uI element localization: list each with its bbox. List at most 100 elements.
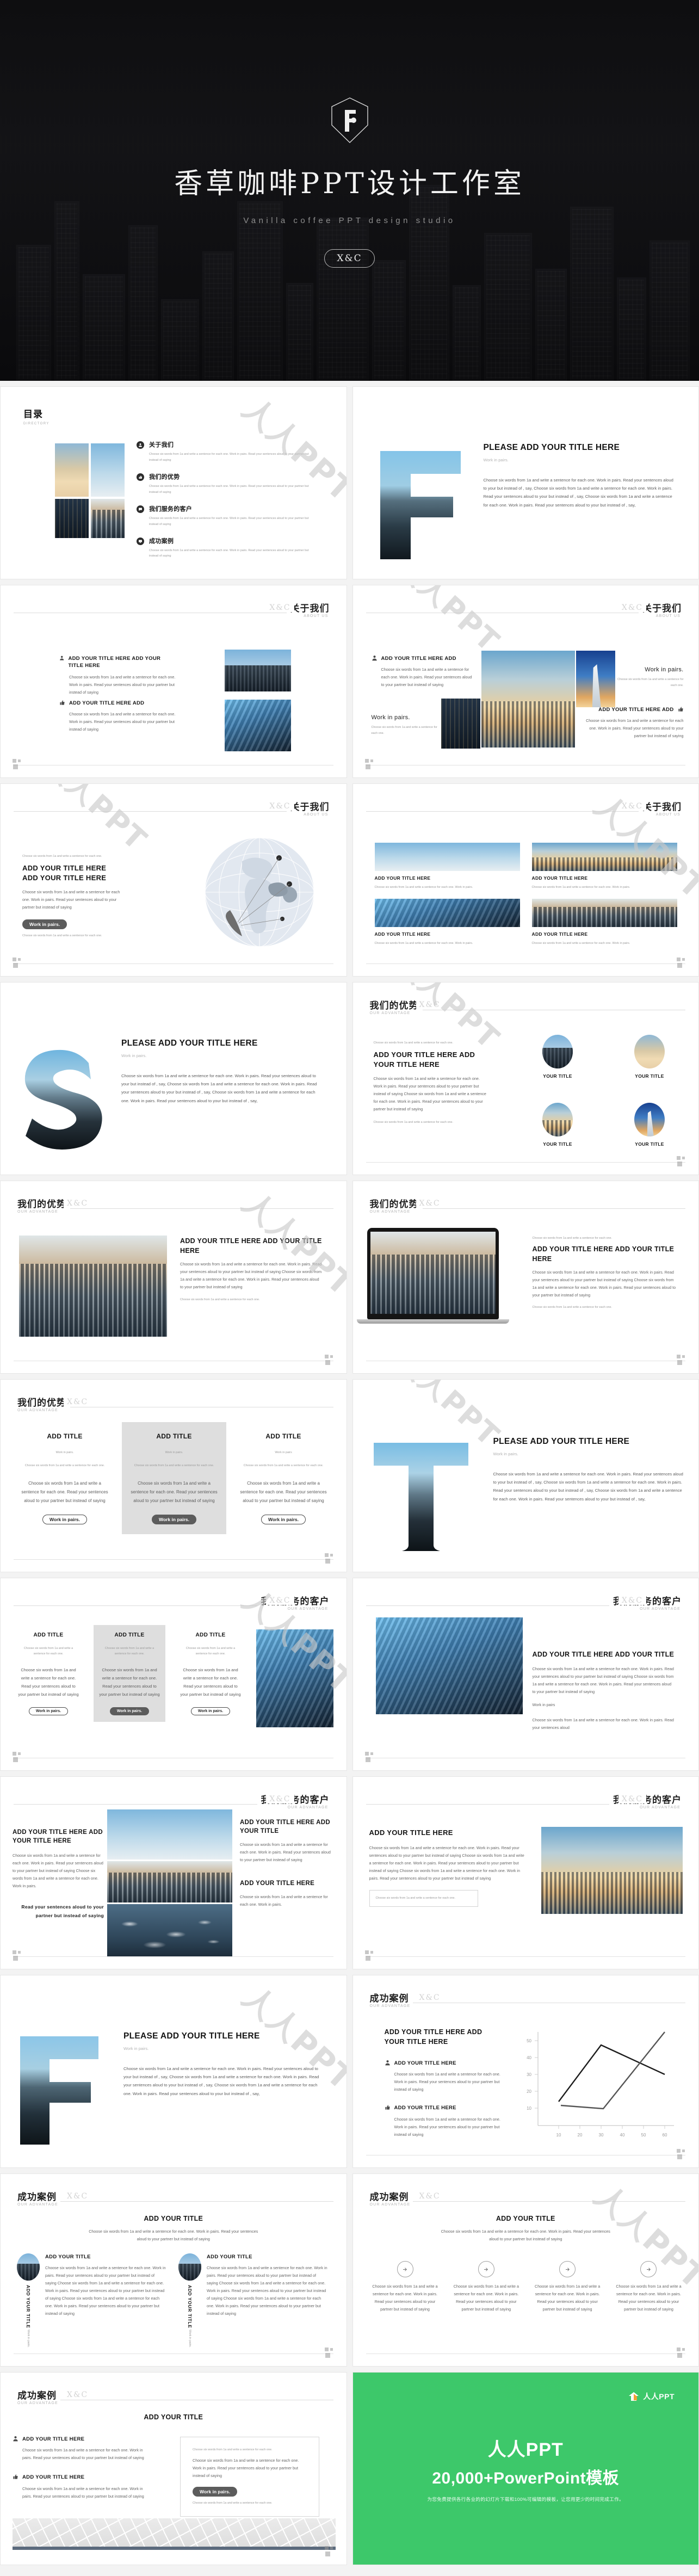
photo-marina (481, 651, 575, 748)
work-in-pairs-button[interactable]: Work in pairs. (22, 919, 67, 929)
svg-text:30: 30 (527, 2072, 531, 2077)
case-column[interactable]: ADD YOUR TITLE Work in pairs. ADD YOUR T… (178, 2253, 328, 2347)
thumbs-up-icon (13, 2474, 18, 2480)
advantage-note: Choose six words from 1a and write a sen… (180, 1298, 260, 1302)
cases-heading: ADD YOUR TITLE (144, 2215, 203, 2222)
arrow-right-icon (478, 2261, 494, 2277)
card-title: ADD TITLE (47, 1432, 83, 1440)
cluster-body: Choose six words from 1a and write a sen… (381, 667, 472, 688)
card-button[interactable]: Work in pairs. (261, 1515, 306, 1525)
card-button[interactable]: Work in pairs. (151, 1515, 197, 1525)
section-title-cn: 我们的优势 (366, 998, 423, 1011)
card-note: Choose six words from 1a and write a sen… (185, 1647, 236, 1656)
card-title: ADD TITLE (265, 1432, 301, 1440)
case-vertical-sub: Work in pairs. (188, 2329, 191, 2348)
photo-marina (541, 1827, 683, 1914)
card-title: ADD TITLE (114, 1632, 145, 1638)
photo-glass-towers (225, 700, 291, 751)
advantage-card[interactable]: ADD TITLE Work in pairs. Choose six word… (13, 1422, 117, 1534)
map-note-box: Choose six words from 1a and write a sen… (180, 2437, 319, 2517)
oval-item[interactable]: YOUR TITLE (634, 1035, 665, 1080)
photo-card[interactable]: ADD YOUR TITLE HERE Choose six words fro… (374, 843, 520, 890)
map-note-kicker: Choose six words from 1a and write a sen… (193, 2448, 273, 2451)
oval-item[interactable]: YOUR TITLE (542, 1102, 573, 1148)
section-title-cn: 我们的优势 (366, 1196, 423, 1210)
case-bubble[interactable]: Choose six words from 1a and write a sen… (533, 2261, 602, 2313)
advantage-card[interactable]: ADD TITLE Work in pairs Choose six words… (231, 1422, 336, 1534)
section-brand: X&C (64, 1199, 92, 1208)
toc-item-label: 我们的优势 (149, 473, 180, 480)
card-button[interactable]: Work in pairs. (42, 1515, 88, 1525)
letter-f-image (373, 447, 465, 566)
laptop-body: Choose six words from 1a and write a sen… (532, 1270, 676, 1298)
divider-subtitle: Work in pairs. (483, 457, 509, 462)
card-button[interactable]: Work in pairs. (28, 1707, 69, 1715)
stack-note-left: Read your sentences aloud to your partne… (21, 1904, 104, 1918)
cover-subtitle: Vanilla coffee PPT design studio (243, 216, 456, 225)
toc-item-1[interactable]: 关于我们 Choose six words from 1a and write … (137, 441, 316, 463)
footer-logo-icon (324, 1355, 335, 1366)
card-body: Choose six words from 1a and write a sen… (18, 1667, 79, 1697)
card-button[interactable]: Work in pairs. (190, 1707, 231, 1715)
cases-bullet-body: Choose six words from 1a and write a sen… (394, 2072, 500, 2092)
watermark: 人人PPT (388, 585, 506, 659)
photo-card[interactable]: ADD YOUR TITLE HERE Choose six words fro… (531, 899, 677, 946)
map-bullet-title: ADD YOUR TITLE HERE (22, 2436, 85, 2442)
card-note: Choose six words from 1a and write a sen… (23, 1647, 73, 1656)
photo-glass-towers (256, 1629, 333, 1727)
bullet-title: ADD YOUR TITLE HERE ADD (69, 700, 145, 706)
oval-title: YOUR TITLE (635, 1141, 664, 1147)
toc-item-3[interactable]: 我们服务的客户 Choose six words from 1a and wri… (137, 505, 316, 527)
slide-header: 关于我们 X&C ABOUT US (14, 601, 333, 619)
footer-logo-icon (364, 1752, 375, 1763)
photo-card[interactable]: ADD YOUR TITLE HERE Choose six words fro… (374, 899, 520, 946)
section-title-en: OUR ADVANTAGE (15, 1409, 61, 1412)
card-title: ADD TITLE (156, 1432, 192, 1440)
card-sub: Work in pairs. (55, 1450, 74, 1454)
section-title-en: ABOUT US (301, 813, 331, 817)
divider-body: Choose six words from 1a and write a sen… (121, 1073, 317, 1103)
client-card[interactable]: ADD TITLE Choose six words from 1a and w… (94, 1625, 165, 1722)
case-title: ADD YOUR TITLE (207, 2254, 252, 2260)
section-title-en: OUR ADVANTAGE (15, 2203, 61, 2207)
oval-item[interactable]: YOUR TITLE (634, 1102, 665, 1148)
ending-tagline: 为您免费提供各行各业的的幻灯片下载和100%可编辑的模板，让您用更少的时间完成工… (427, 2497, 624, 2502)
stack-body-left: Choose six words from 1a and write a sen… (13, 1853, 103, 1889)
boxed-body: Choose six words from 1a and write a sen… (369, 1845, 524, 1881)
case-bubble[interactable]: Choose six words from 1a and write a sen… (451, 2261, 521, 2313)
divider-subtitle: Work in pairs. (121, 1053, 147, 1058)
svg-text:20: 20 (577, 2133, 582, 2138)
photo-nyc-skyline (19, 1236, 167, 1337)
case-bubble[interactable]: Choose six words from 1a and write a sen… (370, 2261, 440, 2313)
oval-item[interactable]: YOUR TITLE (542, 1035, 573, 1080)
cases-subheading: Choose six words from 1a and write a sen… (441, 2228, 610, 2241)
stack-title-right2: ADD YOUR TITLE HERE (240, 1880, 315, 1887)
map-note-button[interactable]: Work in pairs. (193, 2487, 238, 2497)
photo-card[interactable]: ADD YOUR TITLE HERE Choose six words fro… (531, 843, 677, 890)
section-brand: X&C (618, 1795, 646, 1803)
client-card[interactable]: ADD TITLE Choose six words from 1a and w… (13, 1625, 84, 1722)
bubble-body: Choose six words from 1a and write a sen… (535, 2284, 601, 2312)
toc-item-label: 成功案例 (149, 538, 174, 545)
slide-header: 成功案例 X&C OUR ADVANTAGE (366, 2189, 685, 2208)
svg-text:40: 40 (527, 2055, 531, 2060)
toc-item-4[interactable]: 成功案例 Choose six words from 1a and write … (137, 537, 316, 559)
slide-header: 成功案例 X&C OUR ADVANTAGE (14, 2388, 333, 2406)
case-column[interactable]: ADD YOUR TITLE Work in pairs. ADD YOUR T… (17, 2253, 166, 2347)
advantage-card[interactable]: ADD TITLE Work in pairs. Choose six word… (122, 1422, 226, 1535)
toc-item-2[interactable]: 我们的优势 Choose six words from 1a and write… (137, 473, 316, 495)
arrow-right-icon (397, 2261, 413, 2277)
card-note: Choose six words from 1a and write a sen… (24, 1464, 105, 1468)
section-title-en: OUR ADVANTAGE (367, 1011, 413, 1015)
cases-subheading: Choose six words from 1a and write a sen… (89, 2228, 258, 2241)
case-vertical-title: ADD YOUR TITLE (187, 2285, 193, 2328)
photo-city (225, 650, 291, 691)
slide-header: 成功案例 X&C OUR ADVANTAGE (14, 2189, 333, 2208)
client-card[interactable]: ADD TITLE Choose six words from 1a and w… (175, 1625, 246, 1722)
advantage-title: ADD YOUR TITLE HERE ADD YOUR TITLE HERE (180, 1237, 322, 1255)
divider-title: PLEASE ADD YOUR TITLE HERE (123, 2031, 260, 2041)
case-bubble[interactable]: Choose six words from 1a and write a sen… (614, 2261, 683, 2313)
footer-logo-icon (324, 2348, 335, 2358)
card-button[interactable]: Work in pairs. (109, 1707, 150, 1715)
slide-header: 我们服务的客户 X&C OUR ADVANTAGE (14, 1792, 333, 1811)
